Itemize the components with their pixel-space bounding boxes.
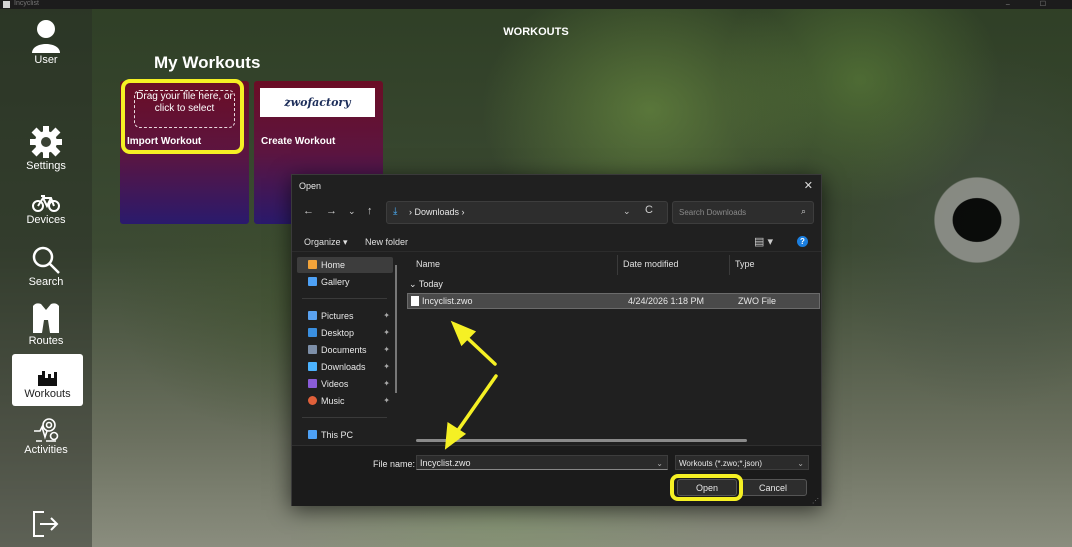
arrow-to-filename bbox=[452, 374, 498, 438]
annotation-arrows bbox=[444, 320, 498, 450]
